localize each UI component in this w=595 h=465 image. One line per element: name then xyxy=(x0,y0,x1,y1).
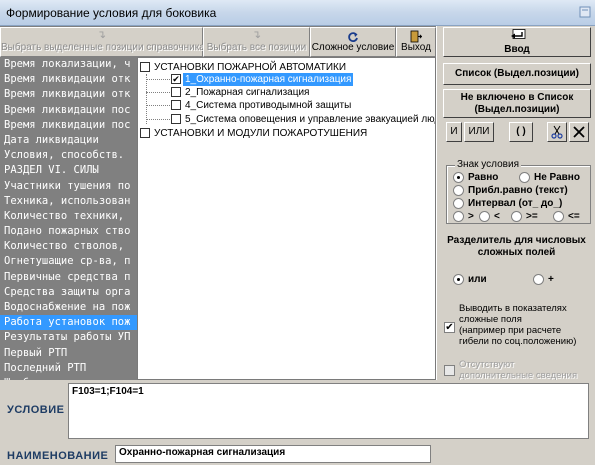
condition-sign-group: Знак условия Равно Не Равно Прибл.равно … xyxy=(446,159,591,224)
output-complex-checkbox[interactable]: ✔ xyxy=(444,322,455,333)
field-list-item[interactable]: Последний РТП xyxy=(0,361,137,376)
field-list-item[interactable]: Время локализации, ч xyxy=(0,57,137,72)
field-list-item[interactable]: Техника, использован xyxy=(0,194,137,209)
op-paren-button[interactable]: ( ) xyxy=(509,122,533,142)
condition-field[interactable]: F103=1;F104=1 xyxy=(68,383,589,439)
tree-checkbox[interactable] xyxy=(171,100,181,110)
tree-checkbox[interactable] xyxy=(171,87,181,97)
radio-dot xyxy=(519,172,530,183)
field-list-item[interactable]: Участники тушения по xyxy=(0,179,137,194)
field-list-item[interactable]: Подано пожарных ство xyxy=(0,224,137,239)
field-list-item[interactable]: Огнетушащие ср-ва, п xyxy=(0,254,137,269)
bottom-panel: УСЛОВИЕ F103=1;F104=1 НАИМЕНОВАНИЕ Охран… xyxy=(0,380,595,465)
field-list-item[interactable]: Водоснабжение на пож xyxy=(0,300,137,315)
field-list-item[interactable]: Количество техники, xyxy=(0,209,137,224)
enter-icon xyxy=(511,29,526,39)
radio-dot xyxy=(453,185,464,196)
field-list-item[interactable]: Работа установок пож xyxy=(0,315,137,331)
field-list-item[interactable]: Условия, способств. xyxy=(0,148,137,163)
name-label: НАИМЕНОВАНИЕ xyxy=(7,450,109,462)
radio-dot xyxy=(479,211,490,222)
radio-dot xyxy=(453,274,464,285)
field-list-item[interactable]: Средства защиты орга xyxy=(0,285,137,300)
tree-checkbox[interactable] xyxy=(171,114,181,124)
radio-dot xyxy=(453,198,464,209)
field-list-item[interactable]: Время ликвидации пос xyxy=(0,103,137,118)
tree-checkbox[interactable] xyxy=(140,128,150,138)
catalog-tree[interactable]: УСТАНОВКИ ПОЖАРНОЙ АВТОМАТИКИ ✔ 1_Охранн… xyxy=(137,57,436,380)
scissors-icon xyxy=(551,125,563,139)
not-in-list-button[interactable]: Не включено в Список (Выдел.позиции) xyxy=(443,89,591,118)
field-list-item[interactable]: Первый РТП xyxy=(0,346,137,361)
tree-connector xyxy=(146,74,147,124)
tree-checkbox-checked[interactable]: ✔ xyxy=(171,74,181,84)
tree-checkbox[interactable] xyxy=(140,62,150,72)
radio-dot xyxy=(533,274,544,285)
list-button[interactable]: Список (Выдел.позиции) xyxy=(443,63,591,85)
tree-connector xyxy=(146,79,170,80)
enter-button[interactable]: Ввод xyxy=(443,27,591,57)
field-list-item[interactable]: Дата ликвидации xyxy=(0,133,137,148)
radio-dot xyxy=(553,211,564,222)
close-icon xyxy=(573,126,585,138)
window-icon xyxy=(579,6,591,18)
clear-button[interactable] xyxy=(569,122,589,142)
condition-label: УСЛОВИЕ xyxy=(7,404,65,416)
radio-dot xyxy=(511,211,522,222)
tree-connector xyxy=(146,119,170,120)
select-all-button[interactable]: ↴ Выбрать все позиции xyxy=(203,27,310,57)
field-list-item[interactable]: Первичные средства п xyxy=(0,270,137,285)
field-list-item[interactable]: Результаты работы УП xyxy=(0,330,137,345)
exit-button[interactable]: Выход xyxy=(396,27,436,57)
complex-condition-button[interactable]: Сложное условие xyxy=(310,27,396,57)
op-and-button[interactable]: И xyxy=(446,122,462,142)
field-list-item[interactable]: РАЗДЕЛ VI. СИЛЫ xyxy=(0,163,137,178)
name-field[interactable]: Охранно-пожарная сигнализация xyxy=(115,445,431,463)
tree-connector xyxy=(146,105,170,106)
missing-info-note: Отсутствуют дополнительные сведения xyxy=(459,359,578,381)
missing-info-checkbox[interactable] xyxy=(444,365,455,376)
output-complex-note: Выводить в показателях сложные поля (нап… xyxy=(459,303,577,347)
window-title: Формирование условия для боковика xyxy=(6,6,217,20)
radio-dot xyxy=(453,211,464,222)
field-list-item[interactable]: Время ликвидации отк xyxy=(0,72,137,87)
field-list-item[interactable]: Время ликвидации пос xyxy=(0,118,137,133)
cut-button[interactable] xyxy=(547,122,567,142)
select-positions-button[interactable]: ↴ Выбрать выделенные позиции справочника xyxy=(0,27,205,57)
radio-dot xyxy=(453,172,464,183)
select-arrow-icon: ↴ xyxy=(96,29,107,41)
title-bar: Формирование условия для боковика xyxy=(0,0,595,26)
right-panel: Ввод Список (Выдел.позиции) Не включено … xyxy=(436,26,595,381)
op-or-button[interactable]: ИЛИ xyxy=(464,122,494,142)
tree-connector xyxy=(146,92,170,93)
toolbar: ↴ Выбрать выделенные позиции справочника… xyxy=(0,27,436,57)
separator-title: Разделитель для числовых сложных полей xyxy=(447,235,586,258)
field-list-item[interactable]: Количество стволов, xyxy=(0,239,137,254)
field-list[interactable]: Время локализации, ч Время ликвидации отк… xyxy=(0,57,137,380)
select-all-icon: ↴ xyxy=(251,29,262,41)
field-list-item[interactable]: Время ликвидации отк xyxy=(0,87,137,102)
